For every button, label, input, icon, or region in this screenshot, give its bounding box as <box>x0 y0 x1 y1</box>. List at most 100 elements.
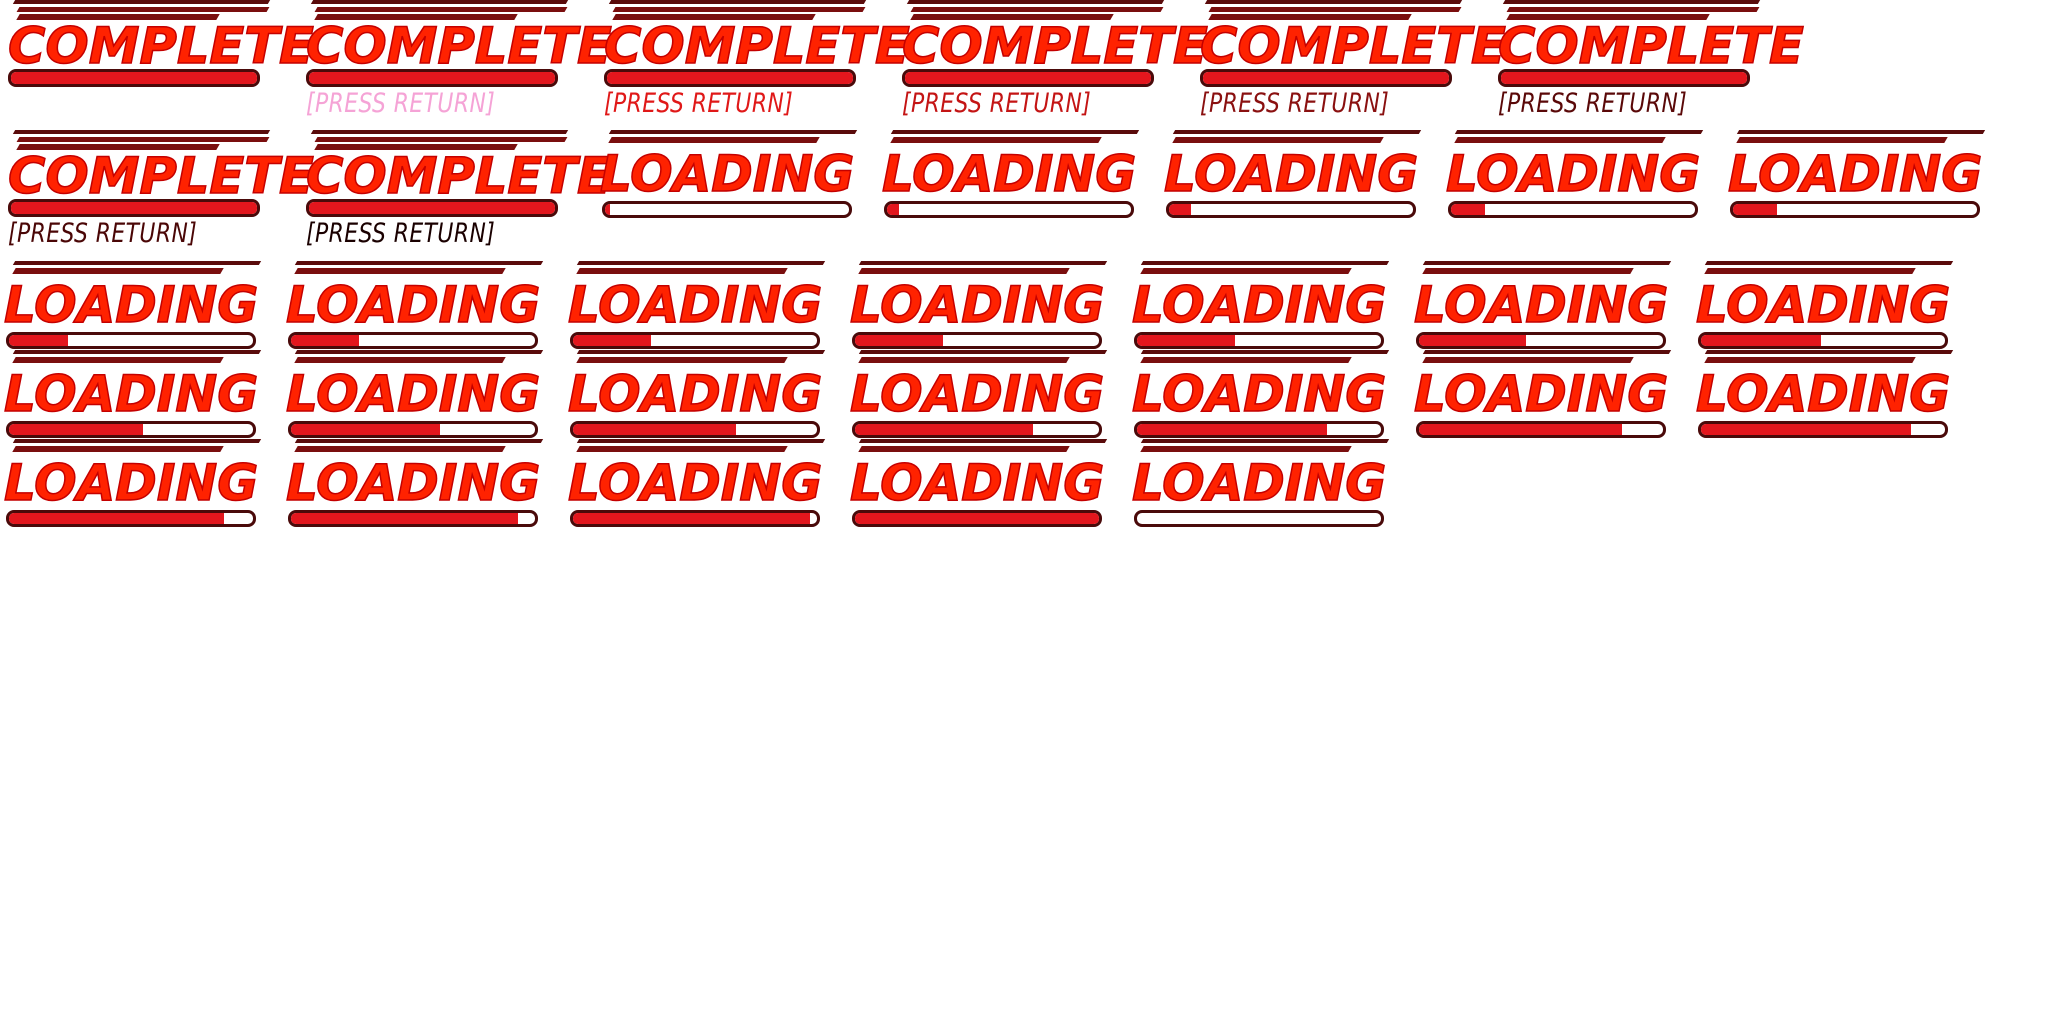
header-stripe <box>576 446 788 452</box>
loading-frame: LOADING <box>880 130 1148 218</box>
progress-fill <box>1169 204 1191 215</box>
header-stripe <box>1502 0 1761 4</box>
progress-fill <box>309 72 555 84</box>
header-stripe <box>858 357 1070 363</box>
header-stripe <box>1454 137 1666 143</box>
complete-frame: COMPLETE <box>4 0 315 128</box>
loading-frame: LOADING <box>1694 350 1962 438</box>
header-stripe <box>890 130 1140 134</box>
header-stripe <box>1422 268 1634 274</box>
header-stripe <box>1736 130 1986 134</box>
loading-frame: LOADING <box>2 350 270 438</box>
loading-title: LOADING <box>567 454 823 512</box>
header-stripe <box>12 130 271 134</box>
loading-title: LOADING <box>1163 145 1419 203</box>
progress-bar <box>1416 332 1666 349</box>
progress-bar <box>1416 421 1666 438</box>
header-stripe <box>858 446 1070 452</box>
header-stripe <box>858 268 1070 274</box>
loading-frame: LOADING <box>848 350 1116 438</box>
loading-frame: LOADING <box>2 261 270 349</box>
header-stripe <box>858 350 1108 354</box>
header-stripe <box>1140 350 1390 354</box>
header-stripe <box>1140 261 1390 265</box>
header-stripe <box>858 439 1108 443</box>
loading-frame: LOADING <box>1694 261 1962 349</box>
loading-title: LOADING <box>849 365 1105 423</box>
complete-title: COMPLETE <box>603 17 910 75</box>
press-return-prompt: [PRESS RETURN] <box>902 88 1092 119</box>
sprite-sheet: COMPLETE COMPLETE [PRESS RETURN] COMPLETE [P… <box>0 0 2048 1024</box>
press-return-prompt: [PRESS RETURN] <box>8 218 198 249</box>
progress-bar <box>1448 201 1698 218</box>
progress-fill <box>1701 424 1911 435</box>
header-stripe <box>910 7 1164 12</box>
header-stripe <box>310 0 569 4</box>
header-stripe <box>858 261 1108 265</box>
complete-frame: COMPLETE [PRESS RETURN] <box>1494 0 1805 128</box>
progress-fill <box>855 513 1099 524</box>
loading-title: LOADING <box>849 454 1105 512</box>
progress-fill <box>855 424 1034 435</box>
progress-bar <box>852 332 1102 349</box>
progress-bar <box>306 199 558 217</box>
header-stripe <box>906 0 1165 4</box>
header-stripe <box>12 446 224 452</box>
progress-bar <box>1134 510 1384 527</box>
progress-bar <box>1730 201 1980 218</box>
progress-fill <box>573 513 810 524</box>
progress-fill <box>291 424 440 435</box>
header-stripe <box>576 261 826 265</box>
loading-title: LOADING <box>3 365 259 423</box>
header-stripe <box>1208 7 1462 12</box>
header-stripe <box>314 7 568 12</box>
complete-title: COMPLETE <box>1199 17 1506 75</box>
progress-bar <box>602 201 852 218</box>
loading-frame: LOADING <box>848 439 1116 527</box>
progress-bar <box>1498 69 1750 87</box>
loading-frame: LOADING <box>1130 350 1398 438</box>
header-stripe <box>12 268 224 274</box>
press-return-prompt: [PRESS RETURN] <box>1200 88 1390 119</box>
header-stripe <box>294 357 506 363</box>
progress-fill <box>1419 335 1527 346</box>
progress-bar <box>1200 69 1452 87</box>
header-stripe <box>608 137 820 143</box>
progress-fill <box>309 202 555 214</box>
complete-frame: COMPLETE [PRESS RETURN] <box>1196 0 1507 128</box>
complete-frame: COMPLETE [PRESS RETURN] <box>302 0 613 128</box>
loading-title: LOADING <box>849 276 1105 334</box>
progress-bar <box>902 69 1154 87</box>
loading-title: LOADING <box>881 145 1137 203</box>
header-stripe <box>608 0 867 4</box>
header-stripe <box>1422 261 1672 265</box>
complete-title: COMPLETE <box>1497 17 1804 75</box>
header-stripe <box>1736 137 1948 143</box>
header-stripe <box>1172 130 1422 134</box>
progress-fill <box>1419 424 1622 435</box>
progress-fill <box>291 335 360 346</box>
loading-frame: LOADING <box>1162 130 1430 218</box>
press-return-prompt: [PRESS RETURN] <box>1498 88 1688 119</box>
header-stripe <box>1422 350 1672 354</box>
progress-fill <box>291 513 518 524</box>
loading-title: LOADING <box>1413 365 1669 423</box>
loading-title: LOADING <box>599 145 855 203</box>
complete-title: COMPLETE <box>7 147 314 205</box>
progress-bar <box>1134 421 1384 438</box>
progress-fill <box>1137 424 1328 435</box>
progress-bar <box>852 421 1102 438</box>
loading-frame: LOADING <box>566 439 834 527</box>
header-stripe <box>1140 439 1390 443</box>
header-stripe <box>890 137 1102 143</box>
progress-fill <box>905 72 1151 84</box>
progress-bar <box>6 510 256 527</box>
loading-frame: LOADING <box>1412 261 1680 349</box>
header-stripe <box>12 439 262 443</box>
complete-frame: COMPLETE [PRESS RETURN] <box>4 130 315 258</box>
loading-title: LOADING <box>3 276 259 334</box>
complete-frame: COMPLETE [PRESS RETURN] <box>302 130 613 258</box>
loading-title: LOADING <box>1413 276 1669 334</box>
loading-title: LOADING <box>567 276 823 334</box>
progress-bar <box>1166 201 1416 218</box>
